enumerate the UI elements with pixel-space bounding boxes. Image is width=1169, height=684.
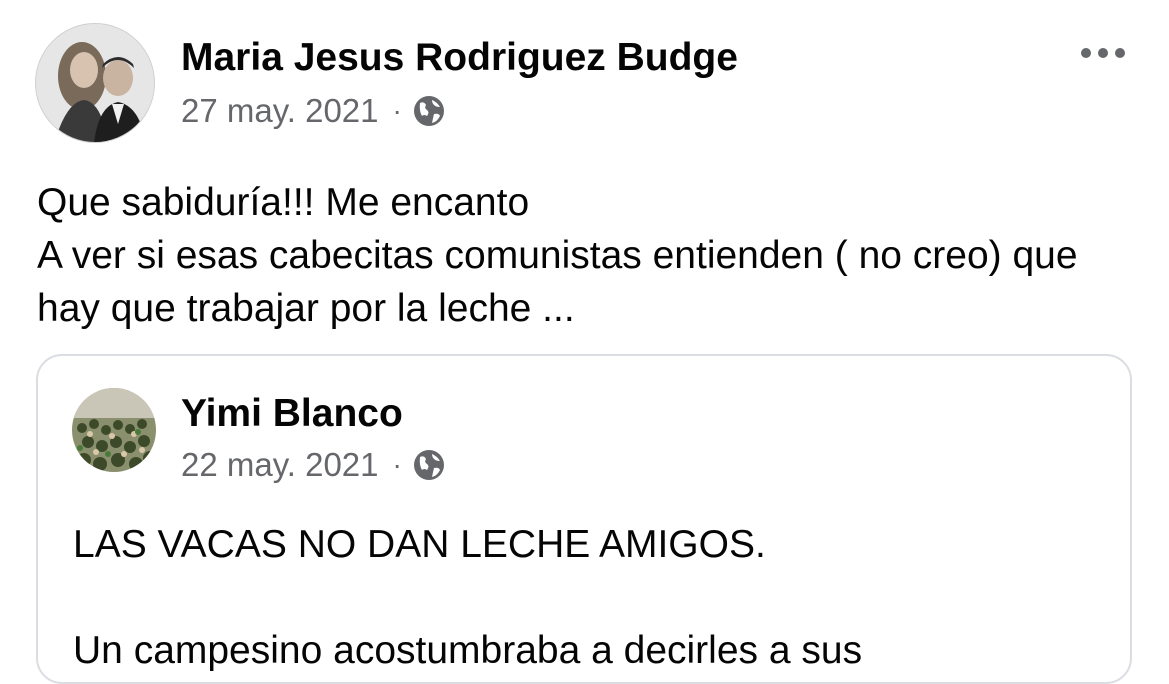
globe-icon[interactable] [412, 94, 446, 128]
author-name[interactable]: Maria Jesus Rodriguez Budge [181, 36, 738, 80]
meta-separator: · [392, 449, 402, 480]
author-avatar[interactable] [35, 23, 155, 143]
shared-post-meta: 22 may. 2021 · [181, 446, 446, 484]
shared-text-line: Un campesino acostumbraba a decirles a s… [73, 629, 863, 672]
shared-author-name[interactable]: Yimi Blanco [181, 392, 403, 436]
shared-post-card[interactable]: Yimi Blanco 22 may. 2021 · LAS VACAS NO … [36, 354, 1132, 684]
shared-text-line: LAS VACAS NO DAN LECHE AMIGOS. [73, 523, 766, 566]
post-meta: 27 may. 2021 · [181, 92, 446, 130]
shared-post-text: LAS VACAS NO DAN LECHE AMIGOS. Un campes… [73, 518, 1113, 677]
post-text-line: A ver si esas cabecitas comunistas entie… [37, 234, 1078, 330]
shared-post-date[interactable]: 22 may. 2021 [181, 446, 379, 484]
shared-author-avatar[interactable] [72, 388, 156, 472]
post-text-line: Que sabiduría!!! Me encanto [37, 181, 530, 224]
more-options-icon[interactable] [1078, 38, 1128, 68]
post-text: Que sabiduría!!! Me encanto A ver si esa… [37, 176, 1137, 335]
post-date[interactable]: 27 may. 2021 [181, 92, 379, 130]
meta-separator: · [392, 95, 402, 126]
facebook-post: Maria Jesus Rodriguez Budge 27 may. 2021… [0, 0, 1169, 684]
globe-icon[interactable] [412, 448, 446, 482]
